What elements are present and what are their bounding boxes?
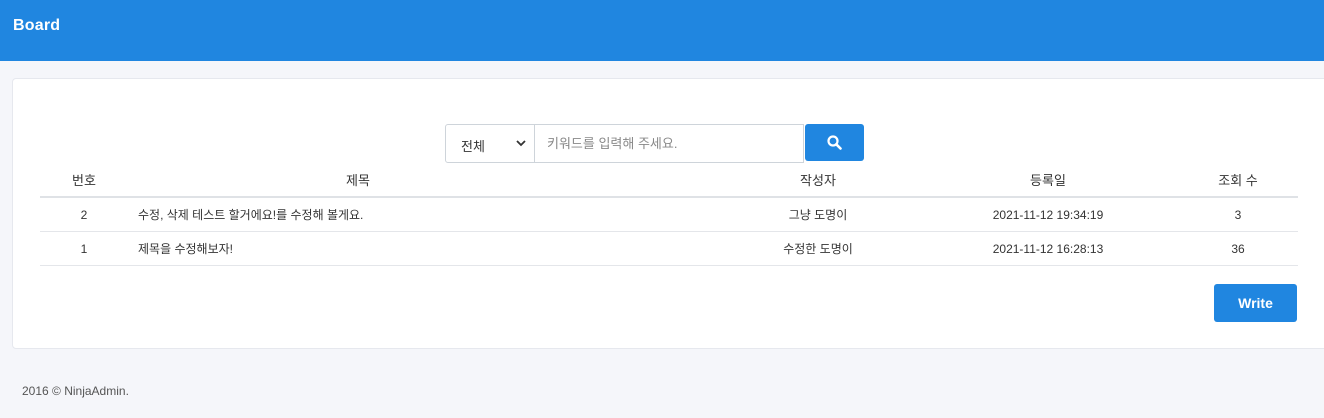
row-author: 그냥 도명이 xyxy=(718,197,918,232)
write-button[interactable]: Write xyxy=(1214,284,1297,322)
row-views: 3 xyxy=(1178,197,1298,232)
search-button[interactable] xyxy=(805,124,864,161)
row-number: 1 xyxy=(40,231,128,266)
row-author: 수정한 도명이 xyxy=(718,231,918,266)
search-filter-select[interactable]: 전체 xyxy=(445,124,535,163)
chevron-down-icon xyxy=(516,140,526,147)
row-title-link[interactable]: 제목을 수정해보자! xyxy=(128,231,718,266)
row-date: 2021-11-12 16:28:13 xyxy=(918,231,1178,266)
board-table: 번호 제목 작성자 등록일 조회 수 2 수정, 삭제 테스트 할거에요!를 수… xyxy=(40,163,1298,266)
row-number: 2 xyxy=(40,197,128,232)
brand-title[interactable]: Board xyxy=(13,17,60,35)
table-header-row: 번호 제목 작성자 등록일 조회 수 xyxy=(40,163,1298,198)
table-row[interactable]: 1 제목을 수정해보자! 수정한 도명이 2021-11-12 16:28:13… xyxy=(40,231,1298,266)
row-title-link[interactable]: 수정, 삭제 테스트 할거에요!를 수정해 볼게요. xyxy=(128,197,718,232)
row-date: 2021-11-12 19:34:19 xyxy=(918,197,1178,232)
search-filter-value: 전체 xyxy=(461,139,485,154)
search-input[interactable] xyxy=(534,124,804,163)
footer-copyright: 2016 © NinjaAdmin. xyxy=(22,384,129,398)
search-icon xyxy=(827,135,842,150)
column-header-number: 번호 xyxy=(40,163,128,198)
table-row[interactable]: 2 수정, 삭제 테스트 할거에요!를 수정해 볼게요. 그냥 도명이 2021… xyxy=(40,197,1298,232)
column-header-title: 제목 xyxy=(128,163,718,198)
column-header-date: 등록일 xyxy=(918,163,1178,198)
row-views: 36 xyxy=(1178,231,1298,266)
column-header-views: 조회 수 xyxy=(1178,163,1298,198)
column-header-author: 작성자 xyxy=(718,163,918,198)
board-card: 전체 번호 제목 작성자 등록일 조회 수 2 수정 xyxy=(12,78,1324,349)
top-navbar: Board xyxy=(0,0,1324,61)
